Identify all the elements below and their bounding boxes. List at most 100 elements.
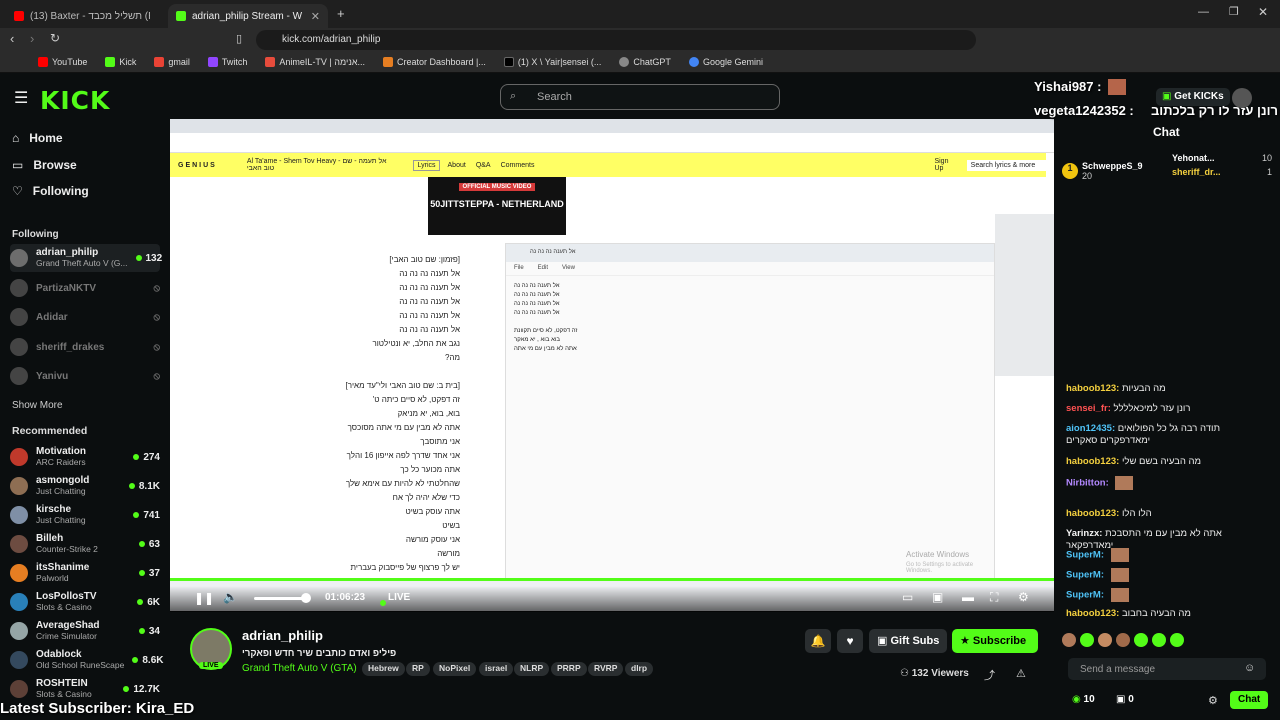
- streamer-name[interactable]: adrian_philip: [242, 628, 323, 643]
- get-kicks-button[interactable]: ▣ Get KICKs: [1156, 88, 1230, 106]
- recommended-item[interactable]: Motivation ARC Raiders 274: [10, 443, 160, 471]
- emoji-icon[interactable]: ☺: [1244, 662, 1255, 674]
- recommended-item[interactable]: ROSHTEIN Slots & Casino 12.7K: [10, 675, 160, 703]
- emote-icon[interactable]: [1080, 633, 1094, 647]
- subscribe-button[interactable]: ★ Subscribe: [952, 629, 1039, 653]
- show-more-link[interactable]: Show More: [12, 400, 63, 411]
- theater-icon[interactable]: ▬: [962, 590, 974, 604]
- bookmark-gmail[interactable]: gmail: [154, 57, 190, 67]
- stream-tag[interactable]: Hebrew: [362, 662, 405, 676]
- recommended-item[interactable]: asmongold Just Chatting 8.1K: [10, 472, 160, 500]
- stream-tag[interactable]: RVRP: [588, 662, 624, 676]
- following-item[interactable]: adrian_philip Grand Theft Auto V (G... 13…: [10, 244, 162, 272]
- chat-username[interactable]: SuperM:: [1066, 570, 1104, 581]
- clip-icon[interactable]: ▣: [932, 590, 943, 604]
- pause-icon[interactable]: ❚❚: [194, 591, 214, 605]
- chat-username[interactable]: sensei_fr:: [1066, 403, 1111, 414]
- stream-tag[interactable]: PRRP: [551, 662, 587, 676]
- emote-icon[interactable]: [1116, 633, 1130, 647]
- avatar: [10, 279, 28, 297]
- recommended-item[interactable]: AverageShad Crime Simulator 34: [10, 617, 160, 645]
- report-icon[interactable]: ⚠: [1016, 667, 1026, 680]
- bookmark-twitch[interactable]: Twitch: [207, 57, 247, 67]
- emote-icon[interactable]: [1152, 633, 1166, 647]
- volume-icon[interactable]: 🔈: [223, 590, 238, 604]
- nav-browse[interactable]: ▭ Browse: [12, 158, 77, 172]
- recommended-item[interactable]: itsShanime Palworld 37: [10, 559, 160, 587]
- live-dot-icon: [132, 657, 139, 663]
- stream-category[interactable]: Grand Theft Auto V (GTA): [242, 663, 357, 674]
- bookmark-icon[interactable]: ▯: [236, 32, 242, 45]
- nav-home[interactable]: ⌂ Home: [12, 131, 63, 145]
- bookmark-kick[interactable]: Kick: [105, 57, 136, 67]
- chat-username[interactable]: SuperM:: [1066, 590, 1104, 601]
- activate-windows-sub: Go to Settings to activate Windows.: [906, 562, 974, 574]
- volume-handle[interactable]: [301, 593, 311, 603]
- chat-message-input[interactable]: Send a message: [1068, 658, 1266, 680]
- tab-kick[interactable]: adrian_philip Stream - Watch ✕: [168, 4, 328, 28]
- recommended-item[interactable]: Odablock Old School RuneScape 8.6K: [10, 646, 164, 674]
- bookmark-gemini[interactable]: Google Gemini: [688, 57, 763, 67]
- stream-tag[interactable]: NoPixel: [433, 662, 477, 676]
- close-icon[interactable]: ✕: [311, 10, 320, 23]
- chat-username[interactable]: aion12435:: [1066, 423, 1115, 434]
- points-counter[interactable]: ◉ 10: [1072, 694, 1095, 705]
- emote-icon[interactable]: [1170, 633, 1184, 647]
- share-icon[interactable]: ⤴: [984, 667, 995, 683]
- send-chat-button[interactable]: Chat: [1230, 691, 1269, 709]
- kick-logo[interactable]: KICK: [40, 86, 110, 115]
- lyric-line: נגב את החלב, יא ונטילטור: [372, 339, 460, 348]
- gift-subs-button[interactable]: ▣ Gift Subs: [869, 629, 948, 653]
- emote-icon[interactable]: [1062, 633, 1076, 647]
- browse-icon: ▭: [12, 158, 24, 172]
- chat-settings-icon[interactable]: ⚙: [1208, 694, 1218, 707]
- emote-icon[interactable]: [1134, 633, 1148, 647]
- chat-username[interactable]: Nirbitton:: [1066, 478, 1109, 489]
- recommended-item[interactable]: Billeh Counter-Strike 2 63: [10, 530, 160, 558]
- chat-username[interactable]: haboob123:: [1066, 383, 1119, 394]
- chat-username[interactable]: haboob123:: [1066, 508, 1119, 519]
- chat-username[interactable]: haboob123:: [1066, 456, 1119, 467]
- recommended-item[interactable]: LosPollosTV Slots & Casino 6K: [10, 588, 160, 616]
- back-icon[interactable]: ‹: [10, 31, 14, 46]
- reload-icon[interactable]: ↻: [50, 31, 60, 45]
- emote-icon[interactable]: [1098, 633, 1112, 647]
- following-item[interactable]: Adidar ⦸: [10, 303, 160, 331]
- chat-username[interactable]: haboob123:: [1066, 608, 1119, 619]
- stream-tag[interactable]: RP: [406, 662, 430, 676]
- chat-username[interactable]: Yarinzx:: [1066, 528, 1102, 539]
- nav-following[interactable]: ♡ Following: [12, 184, 89, 198]
- tab-youtube[interactable]: (13) Baxter - תשליל מכבד (Roneng D: [6, 4, 166, 28]
- url-input[interactable]: kick.com/adrian_philip: [256, 30, 976, 50]
- notification-bell-icon[interactable]: 🔔: [805, 629, 831, 653]
- menu-icon[interactable]: ☰: [14, 88, 28, 108]
- follow-heart-icon[interactable]: ♥: [837, 629, 863, 653]
- bookmark-creator-dashboard[interactable]: Creator Dashboard |...: [383, 57, 486, 67]
- following-item[interactable]: PartizaNKTV ⦸: [10, 274, 160, 302]
- emote-bar: [1062, 633, 1272, 651]
- stream-tag[interactable]: israel: [479, 662, 514, 676]
- bookmark-animeil[interactable]: AnimeIL-TV | אנימה...: [265, 57, 365, 67]
- following-item[interactable]: Yanivu ⦸: [10, 362, 160, 390]
- kicks-counter[interactable]: ▣ 0: [1116, 694, 1134, 705]
- minimize-button[interactable]: —: [1198, 6, 1209, 18]
- stream-tag[interactable]: dlrp: [625, 662, 654, 676]
- search-input[interactable]: Search: [500, 84, 780, 110]
- settings-icon[interactable]: ⚙: [1018, 590, 1029, 604]
- recommended-item[interactable]: kirsche Just Chatting 741: [10, 501, 160, 529]
- video-player[interactable]: GENIUS Al Ta'ame - Shem Tov Heavy - אל ת…: [170, 119, 1054, 611]
- following-item[interactable]: sheriff_drakes ⦸: [10, 333, 160, 361]
- bookmark-youtube[interactable]: YouTube: [38, 57, 87, 67]
- bookmark-chatgpt[interactable]: ChatGPT: [619, 57, 671, 67]
- window-close-button[interactable]: ✕: [1258, 5, 1268, 19]
- chat-username[interactable]: SuperM:: [1066, 550, 1104, 561]
- pip-icon[interactable]: ▭: [902, 590, 913, 604]
- progress-bar[interactable]: [170, 578, 1054, 581]
- new-tab-button[interactable]: +: [337, 6, 345, 21]
- stream-tag[interactable]: NLRP: [514, 662, 550, 676]
- fullscreen-icon[interactable]: ⛶: [990, 590, 998, 605]
- user-avatar[interactable]: [1232, 88, 1252, 108]
- bookmark-x[interactable]: (1) X \ Yair|sensei (...: [503, 57, 601, 67]
- restore-button[interactable]: ❐: [1229, 5, 1239, 18]
- forward-icon[interactable]: ›: [30, 31, 34, 46]
